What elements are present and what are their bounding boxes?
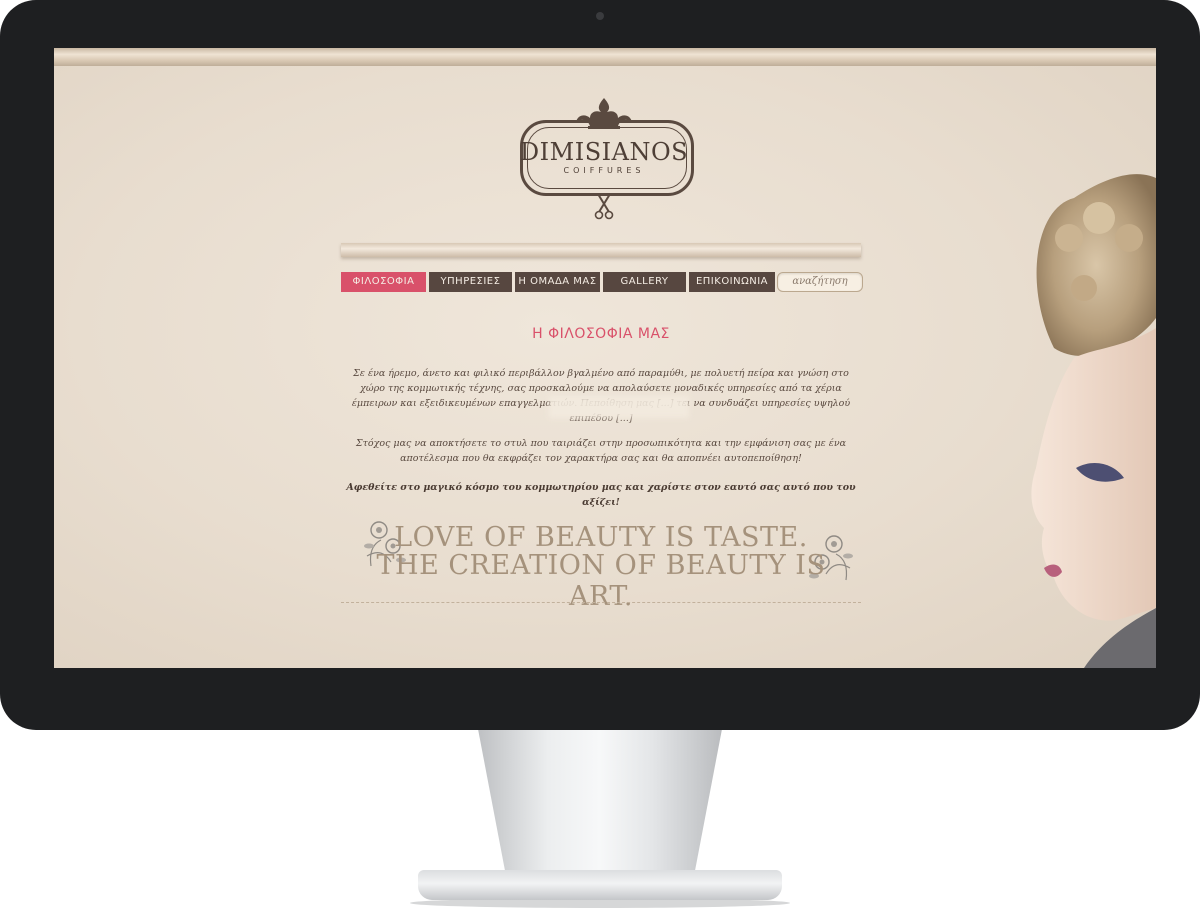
goal-paragraph: Στόχος μας να αποκτήσετε το στυλ που ται…: [355, 438, 847, 464]
model-photo: [1031, 174, 1156, 668]
logo-subtitle: COIFFURES: [563, 166, 645, 175]
site-logo[interactable]: DIMISIANOS COIFFURES: [514, 96, 694, 220]
search-input[interactable]: αναζήτηση: [777, 272, 863, 292]
divider: [341, 602, 861, 603]
website-screen: DIMISIANOS COIFFURES ΦΙΛΟΣΟΦΙΑ ΥΠΗΡΕΣΙΕΣ…: [54, 48, 1156, 668]
page-title: Η ΦΙΛΟΣΟΦΙΑ ΜΑΣ: [532, 326, 670, 342]
nav-item-gallery[interactable]: GALLERY: [603, 272, 686, 292]
scissors-icon: [594, 193, 614, 220]
top-molding: [54, 48, 1156, 66]
monitor-base: [418, 870, 782, 900]
main-navigation: ΦΙΛΟΣΟΦΙΑ ΥΠΗΡΕΣΙΕΣ Η ΟΜΑΔΑ ΜΑΣ GALLERY …: [341, 272, 778, 292]
camera-icon: [596, 12, 604, 20]
blurred-text-overlay: [549, 396, 689, 418]
nav-item-team[interactable]: Η ΟΜΑΔΑ ΜΑΣ: [515, 272, 600, 292]
monitor-stand: [477, 728, 723, 878]
logo-name: DIMISIANOS: [519, 138, 689, 166]
nav-item-services[interactable]: ΥΠΗΡΕΣΙΕΣ: [429, 272, 512, 292]
nav-item-contact[interactable]: ΕΠΙΚΟΙΝΩΝΙΑ: [689, 272, 775, 292]
nav-item-philosophy[interactable]: ΦΙΛΟΣΟΦΙΑ: [341, 272, 426, 292]
quote-line-1: LOVE OF BEAUTY IS TASTE.: [394, 522, 808, 553]
nav-molding: [341, 243, 861, 257]
closing-paragraph: Αφεθείτε στο μαγικό κόσμο του κομμωτηρίο…: [346, 482, 856, 508]
